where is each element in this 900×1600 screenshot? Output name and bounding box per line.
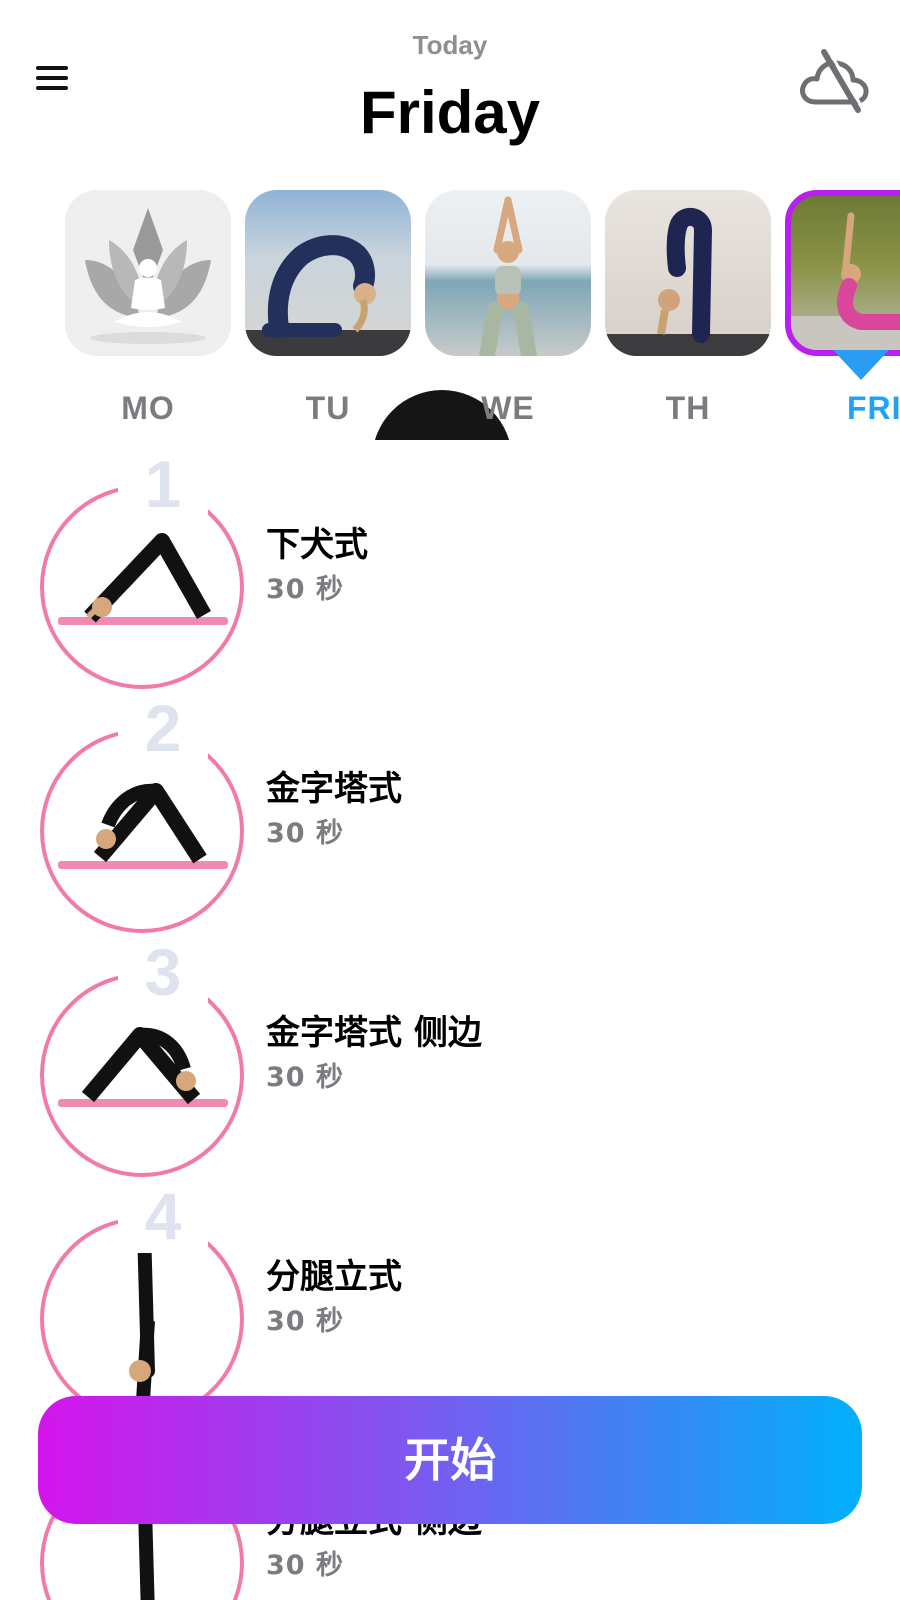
exercise-duration: 30 秒 — [266, 1306, 344, 1337]
exercise-name: 分腿立式 — [266, 1257, 402, 1297]
list-item[interactable]: 4 分腿立式 30 秒 — [0, 1179, 900, 1427]
day-item-we[interactable]: WE — [425, 190, 591, 426]
exercise-name: 金字塔式 — [266, 769, 402, 809]
list-item[interactable]: 2 金字塔式 30 秒 — [0, 691, 900, 939]
forward-fold-figure — [605, 207, 771, 356]
day-item-th[interactable]: TH — [605, 190, 771, 426]
header-subtitle: Today — [412, 30, 488, 60]
day-label: TH — [665, 390, 711, 426]
day-item-mo[interactable]: MO — [65, 190, 231, 426]
start-button[interactable]: 开始 — [38, 1396, 862, 1524]
exercise-duration: 30 秒 — [266, 1550, 344, 1581]
camel-pose-figure — [245, 235, 411, 356]
cloud-off-icon[interactable] — [796, 40, 872, 116]
exercise-number: 3 — [118, 935, 208, 1009]
seated-pose-figure — [791, 212, 900, 350]
exercise-number: 1 — [118, 447, 208, 521]
lotus-icon — [85, 208, 211, 344]
selected-day-pointer — [833, 350, 889, 380]
exercise-duration: 30 秒 — [266, 818, 344, 849]
exercise-name: 金字塔式 侧边 — [266, 1013, 482, 1053]
prayer-pose-figure — [479, 196, 537, 356]
page-title: Friday — [359, 79, 541, 146]
day-label: MO — [121, 390, 175, 426]
day-item-fri[interactable]: FRI — [785, 190, 900, 426]
day-thumbnail[interactable] — [785, 190, 900, 356]
list-item[interactable]: 1 下犬式 30 秒 — [0, 447, 900, 695]
exercise-duration: 30 秒 — [266, 574, 344, 605]
day-thumbnail[interactable] — [65, 190, 231, 356]
day-label: TU — [305, 390, 351, 426]
day-thumbnail[interactable] — [605, 190, 771, 356]
day-label: WE — [481, 390, 535, 426]
day-thumbnail[interactable] — [245, 190, 411, 356]
day-selector: MO TU WE TH FRI — [0, 190, 900, 440]
day-item-tu[interactable]: TU — [245, 190, 411, 426]
list-item[interactable]: 3 金字塔式 侧边 30 秒 — [0, 935, 900, 1183]
exercise-number: 2 — [118, 691, 208, 765]
exercise-duration: 30 秒 — [266, 1062, 344, 1093]
exercise-number: 4 — [118, 1179, 208, 1253]
day-thumbnail[interactable] — [425, 190, 591, 356]
exercise-name: 下犬式 — [266, 525, 368, 565]
day-label: FRI — [847, 390, 900, 426]
app-header: Today Friday — [0, 0, 900, 170]
